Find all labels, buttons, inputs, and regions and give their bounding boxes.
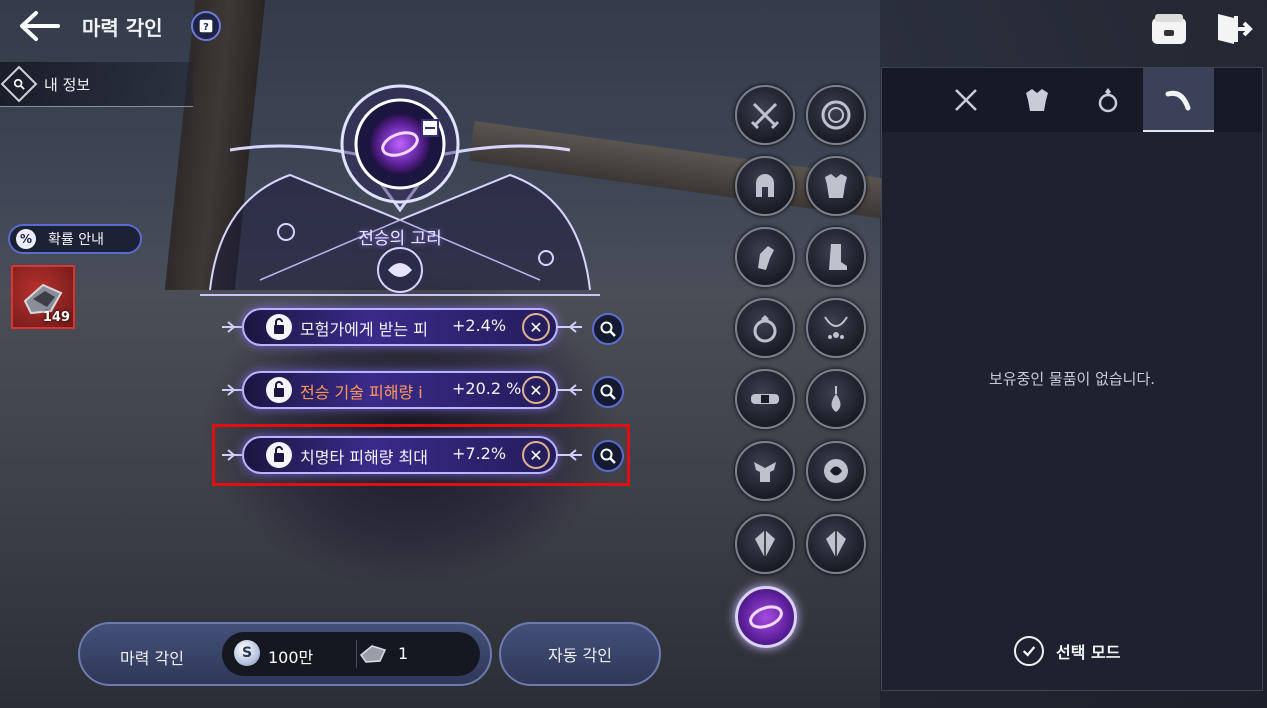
page-title: 마력 각인 xyxy=(82,16,163,40)
my-info-button[interactable]: 내 정보 xyxy=(0,62,193,107)
swords-icon xyxy=(954,89,977,111)
earring-icon xyxy=(831,386,841,412)
tab-armor[interactable] xyxy=(1001,68,1072,132)
category-tabs xyxy=(930,68,1215,132)
exit-icon xyxy=(1218,14,1253,44)
slot-ring[interactable] xyxy=(735,298,795,358)
helmet-icon xyxy=(756,174,774,197)
shield-icon xyxy=(821,100,851,130)
slot-gloves[interactable] xyxy=(735,227,795,287)
tab-accessory[interactable] xyxy=(1072,68,1143,132)
crystal-icon xyxy=(755,530,775,558)
engraving-stone-icon xyxy=(359,645,387,663)
search-icon xyxy=(600,384,616,400)
slot-shield[interactable] xyxy=(806,85,866,145)
necklace-icon xyxy=(824,316,848,339)
bag-button[interactable] xyxy=(1150,12,1188,46)
cost-box: S 100만 1 xyxy=(222,632,480,676)
slot-inheritance-ring-selected[interactable] xyxy=(735,586,797,648)
inventory-panel: 보유중인 물품이 없습니다. 선택 모드 xyxy=(881,67,1263,691)
option-text: 전승 기술 피해량 i xyxy=(300,383,423,402)
arrow-left-icon xyxy=(20,11,60,41)
material-count: 149 xyxy=(42,310,70,325)
slot-armor[interactable] xyxy=(806,156,866,216)
slot-artifact[interactable] xyxy=(806,441,866,501)
slot-weapon[interactable] xyxy=(735,85,795,145)
bracelet-icon xyxy=(754,462,776,482)
probability-guide-label: 확률 안내 xyxy=(48,232,104,248)
ring-icon xyxy=(753,315,777,343)
silver-coin-icon: S xyxy=(234,640,260,666)
unlock-icon[interactable] xyxy=(266,314,292,340)
slot-crystal-2[interactable] xyxy=(806,514,866,574)
slot-crystal-1[interactable] xyxy=(735,514,795,574)
engraving-emblem xyxy=(200,84,600,296)
svg-text:?: ? xyxy=(203,22,209,33)
swords-icon xyxy=(750,102,780,130)
back-button[interactable] xyxy=(18,10,60,42)
option-search-button-2[interactable] xyxy=(592,376,624,408)
select-mode-toggle[interactable]: 선택 모드 xyxy=(1014,636,1120,666)
option-value: +2.4% xyxy=(452,316,507,335)
slot-boots[interactable] xyxy=(806,227,866,287)
slot-bracelet[interactable] xyxy=(735,441,795,501)
slot-helmet[interactable] xyxy=(735,156,795,216)
artifact-icon xyxy=(824,459,848,483)
engraving-material-slot[interactable]: 149 xyxy=(11,265,75,329)
option-row-1: 모험가에게 받는 피 +2.4% ✕ xyxy=(222,302,582,352)
option-text: 모험가에게 받는 피 xyxy=(300,320,428,339)
crystal-icon xyxy=(826,530,846,558)
my-info-label: 내 정보 xyxy=(44,75,91,94)
probability-guide-button[interactable]: % 확률 안내 xyxy=(8,224,142,254)
search-icon xyxy=(600,321,616,337)
tab-special[interactable] xyxy=(1143,68,1214,132)
slot-earring[interactable] xyxy=(806,369,866,429)
slot-necklace[interactable] xyxy=(806,298,866,358)
stone-cost: 1 xyxy=(398,644,409,663)
search-icon xyxy=(0,65,38,103)
bag-icon xyxy=(1152,14,1186,44)
curve-icon xyxy=(1165,90,1190,111)
slot-belt[interactable] xyxy=(735,369,795,429)
selected-option-highlight xyxy=(212,424,630,486)
option-row-2: 전승 기술 피해량 i +20.2 % ✕ xyxy=(222,365,582,415)
empty-message: 보유중인 물품이 없습니다. xyxy=(988,370,1156,388)
gloves-icon xyxy=(758,246,774,270)
armor-icon xyxy=(825,174,847,198)
minus-button[interactable] xyxy=(421,119,439,137)
question-book-icon: ? xyxy=(199,19,213,33)
check-icon xyxy=(1014,636,1044,666)
percent-icon: % xyxy=(16,229,36,249)
unlock-icon[interactable] xyxy=(266,377,292,403)
option-value: +20.2 % xyxy=(452,379,522,398)
close-icon[interactable]: ✕ xyxy=(522,376,550,404)
belt-icon xyxy=(751,394,779,404)
engrave-label: 마력 각인 xyxy=(120,649,184,668)
select-mode-label: 선택 모드 xyxy=(1056,643,1121,662)
close-icon[interactable]: ✕ xyxy=(522,313,550,341)
item-name: 전승의 고리 xyxy=(358,229,442,249)
auto-engrave-button[interactable]: 자동 각인 xyxy=(499,622,661,686)
armor-icon xyxy=(1025,89,1048,111)
coin-cost: 100만 xyxy=(268,648,314,667)
wing-right-icon xyxy=(556,321,582,333)
boots-icon xyxy=(829,244,847,270)
wing-right-icon xyxy=(556,384,582,396)
engrave-button[interactable]: 마력 각인 S 100만 1 xyxy=(78,622,492,686)
ring-icon xyxy=(1098,88,1117,113)
divider xyxy=(356,640,357,668)
inheritance-ring-icon xyxy=(749,605,783,629)
exit-button[interactable] xyxy=(1214,10,1254,48)
option-search-button-1[interactable] xyxy=(592,313,624,345)
help-button[interactable]: ? xyxy=(191,11,221,41)
tab-weapon[interactable] xyxy=(930,68,1001,132)
